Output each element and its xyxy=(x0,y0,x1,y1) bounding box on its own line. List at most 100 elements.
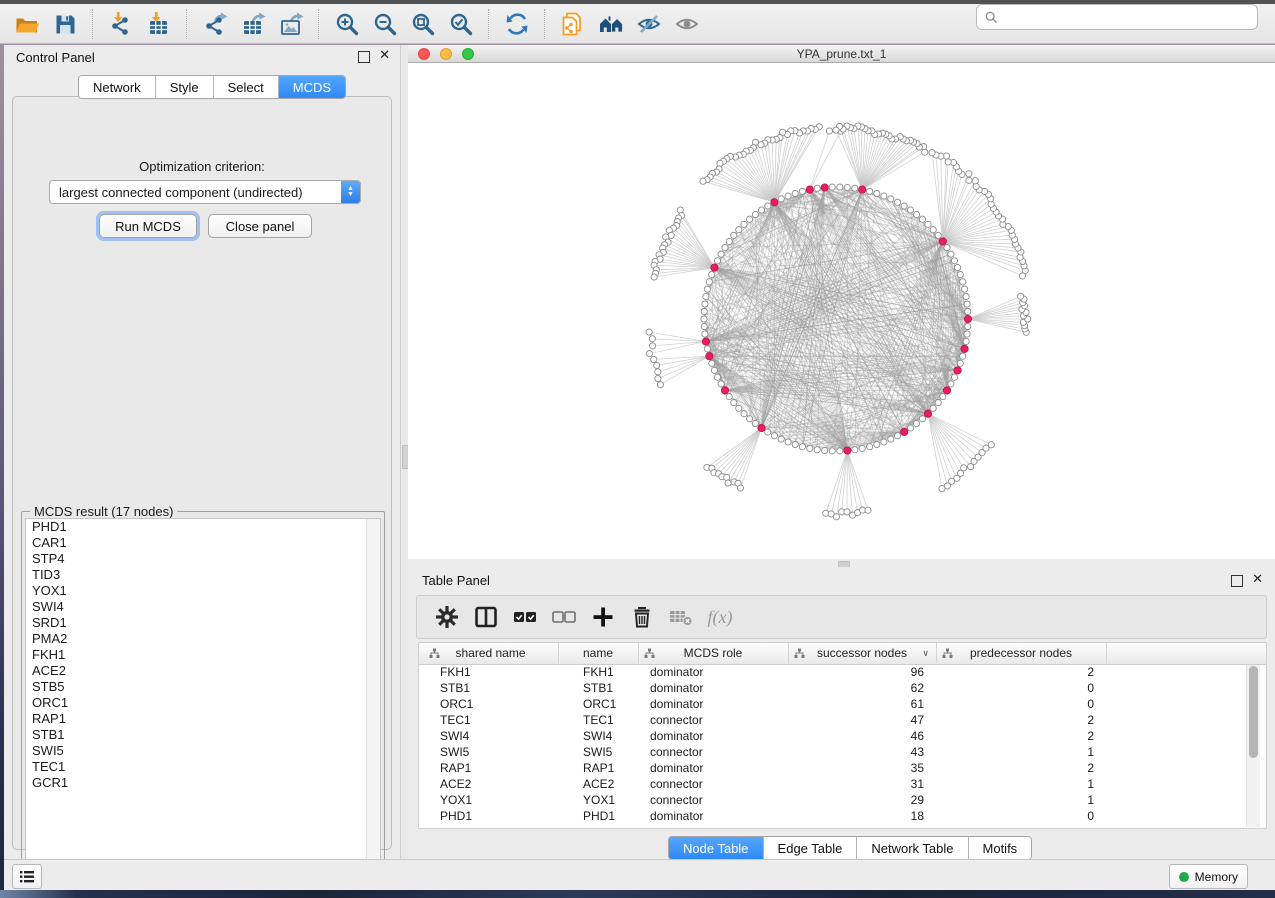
export-to-web-button[interactable] xyxy=(554,7,592,41)
table-scrollbar[interactable] xyxy=(1246,665,1260,827)
zoom-in-button[interactable] xyxy=(328,7,366,41)
mcds-result-list[interactable]: PHD1CAR1STP4TID3YOX1SWI4SRD1PMA2FKH1ACE2… xyxy=(25,518,381,881)
cell-mcds-role[interactable]: dominator xyxy=(638,664,788,680)
result-item[interactable]: ORC1 xyxy=(26,695,380,711)
cell-shared-name[interactable]: STB1 xyxy=(423,680,558,696)
result-item[interactable]: PHD1 xyxy=(26,519,380,535)
result-item[interactable]: CAR1 xyxy=(26,535,380,551)
cell-successor-nodes[interactable]: 62 xyxy=(788,680,924,696)
tab-node-table[interactable]: Node Table xyxy=(669,837,764,859)
result-item[interactable]: SWI5 xyxy=(26,743,380,759)
cell-shared-name[interactable]: ORC1 xyxy=(423,696,558,712)
cell-predecessor-nodes[interactable]: 0 xyxy=(936,680,1094,696)
cell-successor-nodes[interactable]: 29 xyxy=(788,792,924,808)
cell-shared-name[interactable]: SWI4 xyxy=(423,728,558,744)
table-row[interactable]: TEC1TEC1connector472 xyxy=(419,712,1266,728)
cell-successor-nodes[interactable]: 18 xyxy=(788,808,924,824)
delete-column-button[interactable] xyxy=(626,601,658,633)
apply-layout-button[interactable] xyxy=(498,7,536,41)
float-table-panel-icon[interactable] xyxy=(1231,575,1243,587)
table-row[interactable]: SWI4SWI4dominator462 xyxy=(419,728,1266,744)
cell-predecessor-nodes[interactable]: 2 xyxy=(936,664,1094,680)
run-mcds-button[interactable]: Run MCDS xyxy=(99,214,197,238)
result-item[interactable]: RAP1 xyxy=(26,711,380,727)
cell-predecessor-nodes[interactable]: 2 xyxy=(936,760,1094,776)
tab-mcds[interactable]: MCDS xyxy=(279,76,345,98)
save-session-button[interactable] xyxy=(46,7,84,41)
result-item[interactable]: TEC1 xyxy=(26,759,380,775)
table-row[interactable]: FKH1FKH1dominator962 xyxy=(419,664,1266,680)
table-row[interactable]: SWI5SWI5connector431 xyxy=(419,744,1266,760)
search-box[interactable] xyxy=(976,4,1258,30)
cell-successor-nodes[interactable]: 47 xyxy=(788,712,924,728)
cell-successor-nodes[interactable]: 43 xyxy=(788,744,924,760)
float-window-icon[interactable] xyxy=(358,51,370,63)
tab-network[interactable]: Network xyxy=(79,76,156,98)
tab-select[interactable]: Select xyxy=(214,76,279,98)
network-canvas[interactable] xyxy=(408,63,1275,559)
close-panel-icon[interactable]: ✕ xyxy=(379,48,390,62)
result-item[interactable]: SWI4 xyxy=(26,599,380,615)
cell-name[interactable]: PHD1 xyxy=(558,808,638,824)
task-history-button[interactable] xyxy=(12,864,42,889)
result-item[interactable]: STP4 xyxy=(26,551,380,567)
tab-style[interactable]: Style xyxy=(156,76,214,98)
node-table[interactable]: shared namenameMCDS rolesuccessor nodes∨… xyxy=(418,642,1267,829)
result-item[interactable]: GCR1 xyxy=(26,775,380,791)
cell-mcds-role[interactable]: connector xyxy=(638,792,788,808)
cell-mcds-role[interactable]: connector xyxy=(638,744,788,760)
tab-edge-table[interactable]: Edge Table xyxy=(764,837,858,859)
table-row[interactable]: ACE2ACE2connector311 xyxy=(419,776,1266,792)
cell-name[interactable]: FKH1 xyxy=(558,664,638,680)
optimization-criterion-select[interactable]: largest connected component (undirected)… xyxy=(49,180,361,204)
two-houses-button[interactable] xyxy=(592,7,630,41)
cell-predecessor-nodes[interactable]: 1 xyxy=(936,792,1094,808)
result-item[interactable]: ACE2 xyxy=(26,663,380,679)
cell-predecessor-nodes[interactable]: 0 xyxy=(936,696,1094,712)
cell-name[interactable]: YOX1 xyxy=(558,792,638,808)
cell-mcds-role[interactable]: connector xyxy=(638,776,788,792)
table-row[interactable]: ORC1ORC1dominator610 xyxy=(419,696,1266,712)
result-item[interactable]: PMA2 xyxy=(26,631,380,647)
result-item[interactable]: STB5 xyxy=(26,679,380,695)
cell-successor-nodes[interactable]: 35 xyxy=(788,760,924,776)
deselect-all-button[interactable] xyxy=(548,601,580,633)
table-row[interactable]: PHD1PHD1dominator180 xyxy=(419,808,1266,824)
cell-name[interactable]: RAP1 xyxy=(558,760,638,776)
maximize-window-traffic-light[interactable] xyxy=(462,48,474,60)
cell-shared-name[interactable]: TEC1 xyxy=(423,712,558,728)
search-input[interactable] xyxy=(1004,9,1249,25)
result-item[interactable]: TID3 xyxy=(26,567,380,583)
tab-motifs[interactable]: Motifs xyxy=(969,837,1032,859)
table-settings-button[interactable] xyxy=(431,601,463,633)
cell-successor-nodes[interactable]: 46 xyxy=(788,728,924,744)
result-item[interactable]: STB1 xyxy=(26,727,380,743)
column-header-MCDS-role[interactable]: MCDS role xyxy=(638,643,789,663)
column-header-shared-name[interactable]: shared name xyxy=(423,643,559,663)
hide-graphics-details-button[interactable] xyxy=(630,7,668,41)
cell-name[interactable]: ORC1 xyxy=(558,696,638,712)
cell-predecessor-nodes[interactable]: 1 xyxy=(936,776,1094,792)
table-row[interactable]: RAP1RAP1dominator352 xyxy=(419,760,1266,776)
show-columns-button[interactable] xyxy=(470,601,502,633)
show-graphics-details-button[interactable] xyxy=(668,7,706,41)
cell-shared-name[interactable]: SWI5 xyxy=(423,744,558,760)
memory-button[interactable]: Memory xyxy=(1169,864,1248,889)
import-network-button[interactable] xyxy=(102,7,140,41)
cell-shared-name[interactable]: RAP1 xyxy=(423,760,558,776)
cell-name[interactable]: ACE2 xyxy=(558,776,638,792)
select-all-button[interactable] xyxy=(509,601,541,633)
cell-name[interactable]: SWI4 xyxy=(558,728,638,744)
open-file-button[interactable] xyxy=(8,7,46,41)
cell-predecessor-nodes[interactable]: 1 xyxy=(936,744,1094,760)
cell-mcds-role[interactable]: dominator xyxy=(638,760,788,776)
cell-mcds-role[interactable]: dominator xyxy=(638,728,788,744)
column-header-name[interactable]: name xyxy=(558,643,639,663)
result-item[interactable]: YOX1 xyxy=(26,583,380,599)
horizontal-splitter[interactable] xyxy=(408,559,1275,567)
cell-predecessor-nodes[interactable]: 2 xyxy=(936,712,1094,728)
zoom-selected-button[interactable] xyxy=(442,7,480,41)
cell-shared-name[interactable]: YOX1 xyxy=(423,792,558,808)
cell-shared-name[interactable]: PHD1 xyxy=(423,808,558,824)
export-network-button[interactable] xyxy=(196,7,234,41)
